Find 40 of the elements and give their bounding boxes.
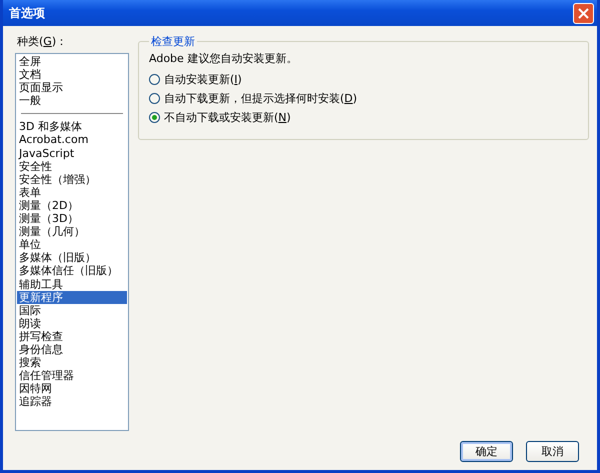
radio-button[interactable] (149, 112, 160, 123)
category-item[interactable]: 因特网 (17, 382, 127, 396)
category-item[interactable]: 页面显示 (17, 81, 127, 94)
category-item[interactable]: 表单 (17, 186, 127, 199)
category-item[interactable]: 多媒体信任（旧版） (17, 264, 127, 278)
close-button[interactable] (573, 2, 594, 24)
category-item[interactable]: 安全性（增强） (17, 172, 127, 186)
category-item[interactable]: 朗读 (17, 316, 127, 330)
category-item[interactable]: 测量（几何） (17, 225, 127, 238)
radio-button[interactable] (149, 93, 160, 104)
category-item[interactable]: 搜索 (17, 356, 127, 370)
category-item[interactable]: 一般 (17, 94, 127, 108)
category-item[interactable]: 追踪器 (17, 395, 127, 408)
category-item[interactable]: 身份信息 (17, 342, 127, 356)
category-item[interactable]: 拼写检查 (17, 330, 127, 343)
category-item[interactable]: 更新程序 (17, 290, 127, 304)
radio-button[interactable] (149, 74, 160, 85)
window-title: 首选项 (9, 4, 45, 22)
cancel-button[interactable]: 取消 (526, 441, 579, 462)
category-label: 种类(G)： (16, 34, 68, 49)
category-item[interactable]: Acrobat.com (17, 133, 127, 147)
category-item[interactable]: 单位 (17, 238, 127, 252)
close-icon (578, 8, 589, 18)
update-note: Adobe 建议您自动安装更新。 (149, 51, 298, 66)
category-item[interactable]: JavaScript (17, 146, 127, 160)
ok-button[interactable]: 确定 (460, 441, 513, 462)
category-item[interactable]: 辅助工具 (17, 278, 127, 291)
category-item[interactable]: 安全性 (17, 160, 127, 173)
category-item[interactable]: 国际 (17, 304, 127, 317)
update-option[interactable]: 不自动下载或安装更新(N) (149, 110, 291, 125)
category-item[interactable]: 3D 和多媒体 (17, 120, 127, 134)
category-item[interactable]: 文档 (17, 68, 127, 82)
category-item[interactable]: 测量（3D） (17, 212, 127, 226)
update-option[interactable]: 自动安装更新(I) (149, 72, 242, 87)
update-option[interactable]: 自动下载更新，但提示选择何时安装(D) (149, 91, 358, 106)
category-item[interactable]: 测量（2D） (17, 198, 127, 212)
category-item[interactable]: 信任管理器 (17, 369, 127, 382)
category-item[interactable]: 全屏 (17, 55, 127, 68)
group-title: 检查更新 (150, 34, 196, 49)
category-item[interactable]: 多媒体（旧版） (17, 251, 127, 264)
